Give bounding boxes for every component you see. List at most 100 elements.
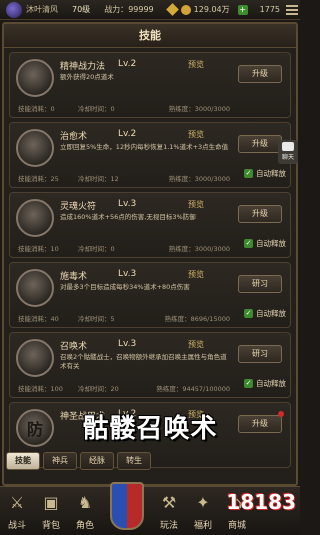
skill-preview-link[interactable]: 预览 bbox=[188, 199, 204, 210]
bag-icon: ▣ bbox=[43, 493, 59, 512]
overlay-caption: 骷髅召唤术 bbox=[82, 414, 218, 444]
panel-title: 技能 bbox=[4, 24, 296, 48]
skill-emblem-icon bbox=[16, 59, 54, 97]
power-value: 99999 bbox=[128, 5, 154, 14]
gift-icon: ✦ bbox=[196, 493, 210, 512]
tab-skills[interactable]: 技能 bbox=[6, 452, 40, 470]
skill-proficiency: 熟练度：94457/100000 bbox=[156, 385, 230, 393]
skill-cooldown: 冷却时间：0 bbox=[78, 105, 115, 113]
nav-battle[interactable]: ⚔ 战斗 bbox=[0, 486, 34, 535]
study-button[interactable]: 研习 bbox=[238, 345, 282, 363]
skill-preview-link[interactable]: 预览 bbox=[188, 129, 204, 140]
skill-card: 施毒术 Lv.3 预览 对最多3个目标造成每秒34%道术+80点伤害 技能消耗：… bbox=[9, 262, 291, 328]
skill-stats: 技能消耗：10 冷却时间：0 熟练度：3000/3000 bbox=[18, 243, 230, 253]
skill-stats: 技能消耗：0 冷却时间：0 熟练度：3000/3000 bbox=[18, 103, 230, 113]
watermark-logo: 18183 bbox=[226, 490, 296, 514]
skill-name: 治愈术 bbox=[60, 132, 88, 142]
add-gold-button[interactable]: + bbox=[237, 4, 248, 15]
check-icon: ✓ bbox=[244, 169, 253, 178]
skill-emblem-icon bbox=[16, 199, 54, 237]
nav-bag[interactable]: ▣ 背包 bbox=[34, 486, 68, 535]
study-button[interactable]: 研习 bbox=[238, 275, 282, 293]
skill-cooldown: 冷却时间：0 bbox=[78, 245, 115, 253]
skill-proficiency: 熟练度：8696/15000 bbox=[164, 315, 230, 323]
gold-value: 129.04万 bbox=[193, 5, 230, 14]
skill-cost: 技能消耗：100 bbox=[18, 385, 63, 393]
nav-welfare[interactable]: ✦ 福利 bbox=[186, 486, 220, 535]
upgrade-button[interactable]: 升级 bbox=[238, 65, 282, 83]
skill-card: 召唤术 Lv.3 预览 召唤2个骷髅战士，召唤物额外继承加召唤主属性与角色道术有… bbox=[9, 332, 291, 398]
skill-cost: 技能消耗：40 bbox=[18, 315, 59, 323]
chat-label: 聊天 bbox=[281, 154, 294, 161]
skill-cost: 技能消耗：25 bbox=[18, 175, 59, 183]
skill-level: Lv.3 bbox=[118, 269, 137, 279]
pickaxe-icon: ⚒ bbox=[161, 493, 177, 512]
skill-description: 造成160%道术+56点的伤害,无视目标3%防御 bbox=[60, 213, 196, 221]
auto-cast-toggle[interactable]: ✓ 自动释放 bbox=[244, 378, 286, 389]
skill-card: 治愈术 Lv.2 预览 立即回复5%生命，12秒内每秒恢复1.1%道术+3点生命… bbox=[9, 122, 291, 188]
crossed-swords-icon: ⚔ bbox=[9, 493, 25, 512]
skill-cooldown: 冷却时间：12 bbox=[78, 175, 119, 183]
nav-label: 角色 bbox=[75, 521, 94, 531]
tab-rebirth[interactable]: 转生 bbox=[117, 452, 151, 470]
skill-proficiency: 熟练度：3000/3000 bbox=[168, 175, 230, 183]
top-status-bar: 沐叶清风 70级 战力： 99999 129.04万 + 1775 bbox=[0, 0, 300, 20]
avatar[interactable] bbox=[6, 1, 22, 18]
skill-stats: 技能消耗：40 冷却时间：5 熟练度：8696/15000 bbox=[18, 313, 230, 323]
tab-divine-weapon[interactable]: 神兵 bbox=[43, 452, 77, 470]
skill-description: 额外获得20点道术 bbox=[60, 73, 114, 81]
helmet-icon: ♞ bbox=[77, 493, 93, 512]
nav-label: 玩法 bbox=[159, 521, 178, 531]
skill-level: Lv.2 bbox=[118, 129, 137, 139]
nav-character[interactable]: ♞ 角色 bbox=[68, 486, 102, 535]
nav-gameplay[interactable]: ⚒ 玩法 bbox=[152, 486, 186, 535]
skill-description: 召唤2个骷髅战士，召唤物额外继承加召唤主属性与角色道术有关 bbox=[60, 353, 227, 370]
skill-stats: 技能消耗：100 冷却时间：20 熟练度：94457/100000 bbox=[18, 383, 230, 393]
chat-icon bbox=[282, 142, 294, 151]
skill-emblem-icon bbox=[16, 129, 54, 167]
skill-preview-link[interactable]: 预览 bbox=[188, 269, 204, 280]
skill-list[interactable]: 精神战力法 Lv.2 预览 额外获得20点道术 技能消耗：0 冷却时间：0 熟练… bbox=[4, 48, 296, 468]
chat-button[interactable]: 聊天 bbox=[278, 140, 298, 164]
skill-name: 精神战力法 bbox=[60, 62, 106, 72]
auto-cast-label: 自动释放 bbox=[256, 239, 286, 248]
skull-emblem-icon bbox=[16, 339, 54, 377]
auto-cast-label: 自动释放 bbox=[256, 169, 286, 178]
player-name: 沐叶清风 bbox=[26, 5, 58, 14]
auto-cast-toggle[interactable]: ✓ 自动释放 bbox=[244, 168, 286, 179]
skill-cost: 技能消耗：0 bbox=[18, 105, 55, 113]
skill-name: 施毒术 bbox=[60, 272, 88, 282]
faction-shield-icon bbox=[110, 482, 144, 530]
skill-preview-link[interactable]: 预览 bbox=[188, 59, 204, 70]
menu-icon[interactable] bbox=[286, 4, 298, 15]
skill-proficiency: 熟练度：3000/3000 bbox=[168, 245, 230, 253]
auto-cast-label: 自动释放 bbox=[256, 379, 286, 388]
skill-stats: 技能消耗：25 冷却时间：12 熟练度：3000/3000 bbox=[18, 173, 230, 183]
skill-cooldown: 冷却时间：20 bbox=[78, 385, 119, 393]
tab-meridians[interactable]: 经脉 bbox=[80, 452, 114, 470]
sub-tabs: 技能 神兵 经脉 转生 bbox=[0, 452, 300, 470]
check-icon: ✓ bbox=[244, 379, 253, 388]
nav-label: 商城 bbox=[227, 521, 246, 531]
skill-name: 召唤术 bbox=[60, 342, 88, 352]
nav-label: 背包 bbox=[41, 521, 60, 531]
skill-card: 精神战力法 Lv.2 预览 额外获得20点道术 技能消耗：0 冷却时间：0 熟练… bbox=[9, 52, 291, 118]
skill-cooldown: 冷却时间：5 bbox=[78, 315, 115, 323]
upgrade-button[interactable]: 升级 bbox=[238, 135, 282, 153]
auto-cast-toggle[interactable]: ✓ 自动释放 bbox=[244, 238, 286, 249]
skill-proficiency: 熟练度：3000/3000 bbox=[168, 105, 230, 113]
skill-emblem-icon bbox=[16, 269, 54, 307]
skill-level: Lv.2 bbox=[118, 59, 137, 69]
skill-level: Lv.3 bbox=[118, 199, 137, 209]
skill-level: Lv.3 bbox=[118, 339, 137, 349]
check-icon: ✓ bbox=[244, 239, 253, 248]
check-icon: ✓ bbox=[244, 309, 253, 318]
skill-preview-link[interactable]: 预览 bbox=[188, 339, 204, 350]
nav-label: 福利 bbox=[193, 521, 212, 531]
upgrade-button[interactable]: 升级 bbox=[238, 205, 282, 223]
resource-count: 1775 bbox=[259, 5, 280, 14]
auto-cast-toggle[interactable]: ✓ 自动释放 bbox=[244, 308, 286, 319]
nav-faction-emblem[interactable] bbox=[102, 482, 152, 535]
skill-card: 灵魂火符 Lv.3 预览 造成160%道术+56点的伤害,无视目标3%防御 技能… bbox=[9, 192, 291, 258]
player-level: 70级 bbox=[72, 5, 91, 14]
